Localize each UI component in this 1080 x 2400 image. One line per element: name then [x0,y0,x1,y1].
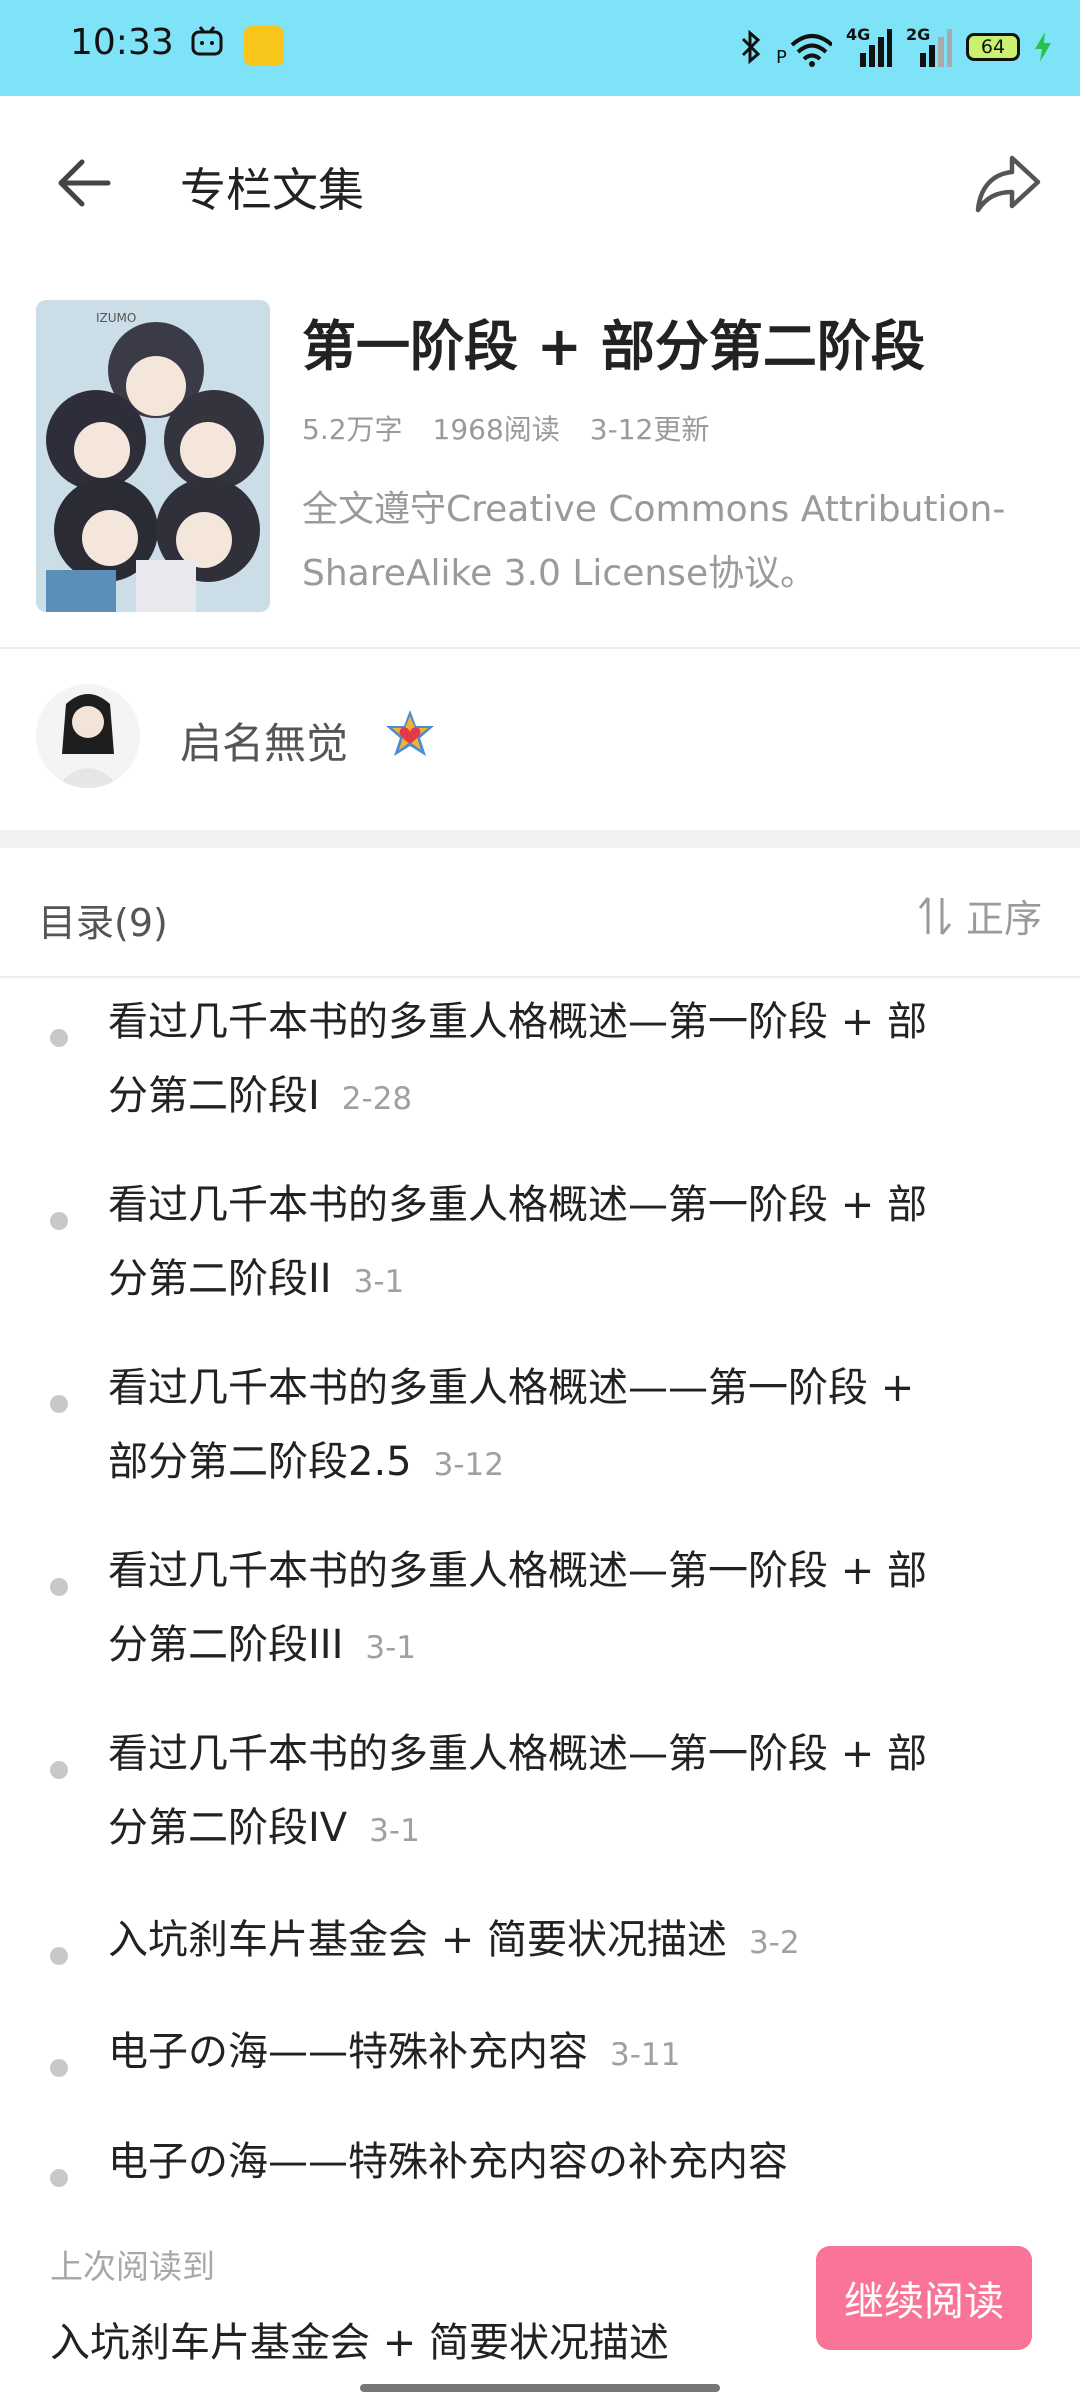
bullet-icon [50,2169,68,2187]
section-divider [0,830,1080,848]
avatar[interactable] [36,684,140,788]
game-app-icon [244,26,284,66]
signal-4g-label: 4G [846,25,871,44]
collection-title: 第一阶段 + 部分第二阶段 [302,315,925,378]
battery-icon: 64 [966,33,1020,61]
sort-order-button[interactable]: 正序 [916,888,1042,943]
last-read-label: 上次阅读到 [50,2247,215,2286]
wifi-icon: P [776,34,832,67]
bullet-icon [50,2059,68,2077]
toc-item-date: 3-2 [748,1925,800,1961]
toc-item-title: 电子の海——特殊补充内容の补充内容 [108,2139,788,2185]
status-bar: 10:33 P 4G 2G 64 [0,0,1080,96]
svg-text:P: P [776,47,787,67]
author-name[interactable]: 启名無觉 [180,710,348,771]
bullet-icon [50,1212,68,1230]
battery-level: 64 [980,36,1006,58]
home-indicator[interactable] [360,2384,720,2392]
page-title: 专栏文集 [180,163,364,217]
signal-2g-icon: 2G [906,25,952,67]
toc-item-date: 2-28 [341,1081,413,1117]
collection-header: IZUMO 第一阶段 + 部分第二阶段 5.2万字 1968阅读 3-12更新 … [0,290,1080,650]
bullet-icon [50,1395,68,1413]
toc-item-title: 看过几千本书的多重人格概述——第一阶段 + 部分第二阶段2.5 [108,1365,915,1485]
update-date: 3-12更新 [589,413,710,446]
svg-text:IZUMO: IZUMO [96,311,136,325]
toc-item-date: 3-11 [610,2037,681,2073]
toc-item-title: 电子の海——特殊补充内容 [108,2029,588,2075]
sort-icon [918,896,952,935]
arrow-left-icon[interactable] [50,148,120,218]
divider [0,976,1080,978]
status-time: 10:33 [70,22,174,63]
app-bar: 专栏文集 [0,96,1080,266]
toc-item-date: 3-1 [365,1630,417,1666]
share-icon[interactable] [972,148,1044,220]
bilibili-app-icon [191,26,223,56]
signal-4g-icon: 4G [846,25,892,67]
continue-reading-button[interactable]: 继续阅读 [816,2246,1032,2350]
charging-icon [1035,32,1051,62]
toc-title: 目录(9) [38,901,168,945]
toc-item-date: 3-1 [369,1813,420,1849]
collection-meta: 5.2万字 1968阅读 3-12更新 [302,408,709,448]
divider [0,647,1080,649]
collection-description: 全文遵守Creative Commons Attribution-ShareAl… [302,489,1006,594]
toc-item-date: 3-1 [353,1264,405,1300]
bullet-icon [50,1947,68,1965]
toc-item-title: 看过几千本书的多重人格概述—第一阶段 + 部分第二阶段III [108,1548,927,1668]
read-count: 1968阅读 [432,413,560,446]
toc-item-title: 看过几千本书的多重人格概述—第一阶段 + 部分第二阶段IV [108,1731,927,1851]
toc-item-date: 3-12 [433,1447,504,1483]
medal-badge-icon [386,710,434,756]
toc-header: 目录(9) 正序 [0,850,1080,976]
last-read-title[interactable]: 入坑刹车片基金会 + 简要状况描述 [50,2310,669,2368]
toc-item-title: 看过几千本书的多重人格概述—第一阶段 + 部分第二阶段II [108,1182,927,1302]
sort-order-label: 正序 [965,897,1042,941]
word-count: 5.2万字 [302,413,403,446]
bullet-icon [50,1029,68,1047]
bluetooth-icon [741,30,761,64]
author-row[interactable]: 启名無觉 [0,650,1080,822]
signal-2g-label: 2G [906,25,931,44]
toc-item-title: 入坑刹车片基金会 + 简要状况描述 [108,1917,727,1963]
bullet-icon [50,1578,68,1596]
status-icons: P 4G 2G 64 [740,22,1052,72]
toc-item-title: 看过几千本书的多重人格概述—第一阶段 + 部分第二阶段I [108,999,927,1119]
bullet-icon [50,1761,68,1779]
collection-cover-image[interactable]: IZUMO [36,300,270,612]
continue-reading-bar: 上次阅读到 入坑刹车片基金会 + 简要状况描述 继续阅读 [0,2226,1080,2400]
